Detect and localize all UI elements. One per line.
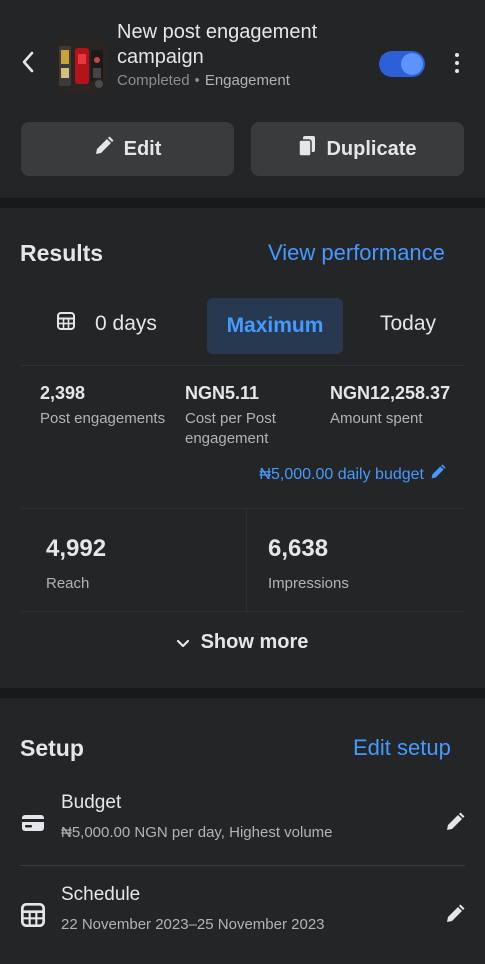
section-divider	[0, 198, 485, 208]
stat-label: Post engagements	[40, 410, 166, 427]
range-days-label: 0 days	[95, 312, 157, 335]
campaign-subtitle: Completed • Engagement	[117, 72, 290, 89]
column-divider	[246, 509, 247, 613]
daily-budget-link[interactable]: ₦5,000.00 daily budget	[259, 464, 446, 485]
range-today-option[interactable]: Today	[380, 312, 436, 336]
stat-post-engagements: 2,398 Post engagements	[40, 382, 180, 429]
stat-amount-spent: NGN12,258.37 Amount spent	[330, 382, 460, 429]
impressions-value: 6,638	[268, 535, 329, 562]
impressions-label: Impressions	[268, 575, 349, 592]
daily-budget-text: ₦5,000.00 daily budget	[259, 465, 424, 483]
range-days-option[interactable]: 0 days	[57, 312, 157, 336]
reach-label: Reach	[46, 575, 90, 592]
calendar-icon	[20, 902, 46, 928]
pencil-icon[interactable]	[443, 810, 467, 834]
reach-impressions: 4,992 Reach 6,638 Impressions	[21, 508, 464, 613]
status-dot	[93, 78, 105, 90]
pencil-icon	[94, 136, 114, 162]
duplicate-button[interactable]: Duplicate	[251, 122, 464, 176]
campaign-thumbnail[interactable]	[55, 40, 107, 92]
show-more-button[interactable]: Show more	[21, 614, 464, 670]
campaign-header: New post engagement campaign Completed • E…	[0, 0, 485, 200]
edit-button[interactable]: Edit	[21, 122, 234, 176]
back-arrow-icon[interactable]	[14, 48, 42, 76]
results-stats: 2,398 Post engagements NGN5.11 Cost per …	[21, 365, 464, 505]
edit-button-label: Edit	[123, 137, 162, 160]
credit-card-icon	[20, 810, 46, 836]
chevron-down-icon	[176, 631, 189, 654]
setup-row-name: Budget	[61, 792, 122, 813]
row-divider	[20, 865, 465, 866]
campaign-status: Completed	[117, 72, 190, 89]
pencil-icon	[430, 464, 446, 485]
range-maximum-option[interactable]: Maximum	[207, 298, 343, 354]
pencil-icon[interactable]	[443, 902, 467, 926]
stat-label: Amount spent	[330, 410, 423, 427]
reach-value: 4,992	[46, 535, 107, 562]
setup-row-desc: 22 November 2023–25 November 2023	[61, 916, 325, 933]
edit-setup-link[interactable]: Edit setup	[353, 735, 451, 761]
calendar-icon	[57, 312, 75, 336]
stat-reach: 4,992 Reach	[46, 535, 106, 592]
date-range-selector: 0 days Maximum Today	[21, 292, 464, 362]
setup-title: Setup	[20, 735, 84, 761]
section-divider	[0, 688, 485, 698]
stat-value: NGN12,258.37	[330, 383, 451, 403]
setup-row-schedule[interactable]: Schedule 22 November 2023–25 November 20…	[0, 874, 485, 960]
results-title: Results	[20, 240, 104, 266]
toggle-knob	[401, 53, 423, 75]
duplicate-button-label: Duplicate	[326, 137, 417, 160]
stat-cost-per-engagement: NGN5.11 Cost per Post engagement	[185, 382, 325, 449]
stat-value: 2,398	[40, 383, 86, 403]
campaign-toggle[interactable]	[379, 51, 425, 77]
duplicate-icon	[298, 135, 316, 163]
show-more-label: Show more	[200, 630, 309, 653]
view-performance-link[interactable]: View performance	[268, 240, 445, 266]
campaign-category: Engagement	[204, 72, 290, 89]
more-options-icon[interactable]	[447, 50, 467, 76]
stat-impressions: 6,638 Impressions	[268, 535, 349, 592]
setup-row-budget[interactable]: Budget ₦5,000.00 NGN per day, Highest vo…	[0, 782, 485, 868]
stat-value: NGN5.11	[185, 383, 260, 403]
setup-row-desc: ₦5,000.00 NGN per day, Highest volume	[61, 824, 333, 841]
campaign-title: New post engagement campaign	[117, 21, 318, 68]
stat-label: Cost per Post engagement	[185, 410, 276, 447]
setup-row-name: Schedule	[61, 884, 141, 905]
